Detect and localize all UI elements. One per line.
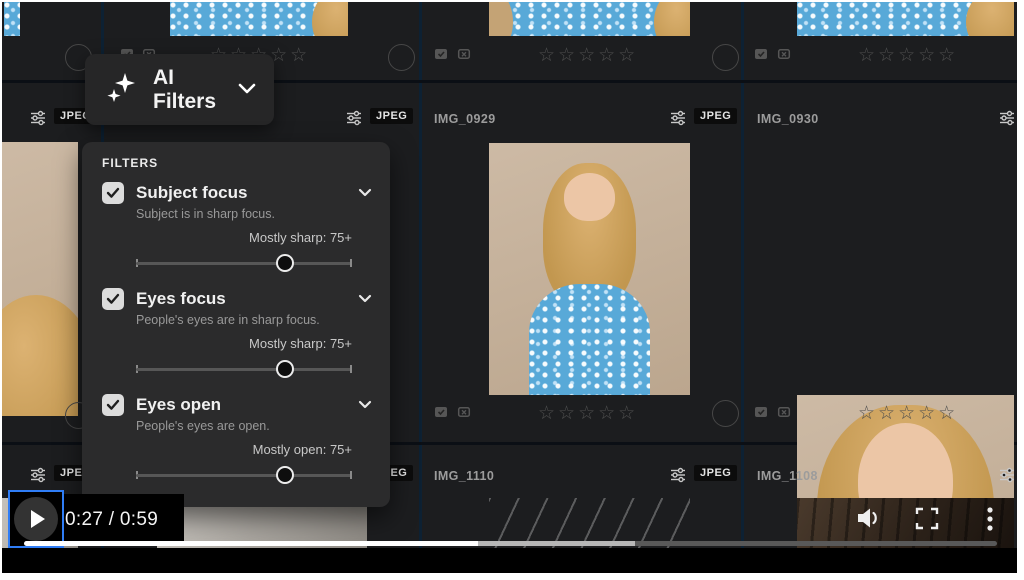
volume-button[interactable] [854,505,882,536]
grid-column-separator [419,2,422,548]
ai-filters-label: AI Filters [153,65,217,113]
photo-thumbnail[interactable] [4,2,20,36]
video-frame-canvas: ☆☆☆☆☆ ☆☆☆☆☆ ☆☆☆☆☆ JPEG JPEG IMG_0929 JPE… [2,2,1017,573]
chevron-down-icon[interactable] [358,184,372,202]
edited-sliders-icon[interactable] [346,110,362,131]
filters-panel-heading: FILTERS [102,156,159,170]
filter-value-label: Mostly sharp: 75+ [249,230,352,245]
edited-sliders-icon[interactable] [30,110,46,131]
star-rating[interactable]: ☆☆☆☆☆ [538,402,638,425]
sparkles-icon [103,69,139,110]
filter-name: Subject focus [136,183,248,202]
flag-reject-icon[interactable] [777,406,792,424]
photo-name-label: IMG_1110 [434,469,495,483]
flag-reject-icon[interactable] [457,48,472,66]
chevron-down-icon [238,81,256,99]
screenshot-frame: ☆☆☆☆☆ ☆☆☆☆☆ ☆☆☆☆☆ JPEG JPEG IMG_0929 JPE… [0,0,1024,580]
filter-description: Subject is in sharp focus. [136,207,275,221]
flag-reject-icon[interactable] [457,406,472,424]
edited-sliders-icon[interactable] [999,110,1015,131]
progress-remaining-segment [635,541,997,546]
slider-tick [350,471,352,479]
photo-thumbnail[interactable] [2,142,78,416]
ai-filters-button[interactable]: AI Filters [85,54,274,125]
filter-group-eyes-open: Eyes open People's eyes are open. Mostly… [102,394,372,485]
eyes-open-slider[interactable] [136,465,352,485]
photo-thumbnail[interactable] [489,2,690,36]
photo-select-circle[interactable] [388,44,415,71]
edited-sliders-icon[interactable] [670,110,686,131]
video-progress-bar[interactable] [24,541,997,546]
flag-pick-icon[interactable] [754,48,769,66]
filter-group-subject-focus: Subject focus Subject is in sharp focus.… [102,182,372,273]
filter-value-label: Mostly open: 75+ [252,442,352,457]
eyes-open-checkbox[interactable] [102,394,124,416]
grid-column-separator [741,2,744,548]
flag-reject-icon[interactable] [777,48,792,66]
photo-name-label: IMG_0930 [757,112,819,126]
photo-thumbnail[interactable] [797,2,1014,36]
slider-handle[interactable] [276,360,295,378]
photo-thumbnail-img-0929[interactable] [489,143,690,395]
player-bottom-bar [2,548,1017,573]
fullscreen-button[interactable] [915,507,939,535]
slider-handle[interactable] [276,466,295,484]
photo-name-label: IMG_0929 [434,112,496,126]
file-type-badge: JPEG [694,108,738,124]
subject-focus-checkbox[interactable] [102,182,124,204]
slider-track [136,473,352,477]
play-button[interactable] [8,490,64,548]
file-type-badge: JPEG [370,108,414,124]
flag-pick-icon[interactable] [434,48,449,66]
progress-buffered-segment [478,541,636,546]
eyes-focus-checkbox[interactable] [102,288,124,310]
play-icon [31,510,45,528]
slider-track [136,261,352,265]
filter-value-label: Mostly sharp: 75+ [249,336,352,351]
filter-description: People's eyes are in sharp focus. [136,313,320,327]
filter-name: Eyes focus [136,289,226,308]
star-rating[interactable]: ☆☆☆☆☆ [858,402,958,425]
kebab-menu-button[interactable] [986,506,994,537]
ai-filters-panel: FILTERS Subject focus Subject is in shar… [82,142,390,507]
slider-handle[interactable] [276,254,295,272]
edited-sliders-icon[interactable] [999,467,1015,488]
photo-select-circle[interactable] [712,44,739,71]
filter-description: People's eyes are open. [136,419,270,433]
star-rating[interactable]: ☆☆☆☆☆ [538,44,638,67]
photo-thumbnail[interactable] [170,2,348,36]
progress-played-segment [24,541,479,546]
flag-pick-icon[interactable] [434,406,449,424]
edited-sliders-icon[interactable] [30,467,46,488]
file-type-badge: JPEG [694,465,738,481]
eyes-focus-slider[interactable] [136,359,352,379]
photo-select-circle[interactable] [712,400,739,427]
subject-focus-slider[interactable] [136,253,352,273]
slider-track [136,367,352,371]
photo-name-label: IMG_1108 [757,469,818,483]
play-button-circle [14,497,58,541]
time-display: 0:27 / 0:59 [65,508,159,530]
chevron-down-icon[interactable] [358,290,372,308]
star-rating[interactable]: ☆☆☆☆☆ [858,44,958,67]
slider-tick [350,259,352,267]
slider-tick [350,365,352,373]
flag-pick-icon[interactable] [754,406,769,424]
edited-sliders-icon[interactable] [670,467,686,488]
chevron-down-icon[interactable] [358,396,372,414]
time-display-chip: 0:27 / 0:59 [64,494,184,545]
filter-group-eyes-focus: Eyes focus People's eyes are in sharp fo… [102,288,372,379]
filter-name: Eyes open [136,395,222,414]
